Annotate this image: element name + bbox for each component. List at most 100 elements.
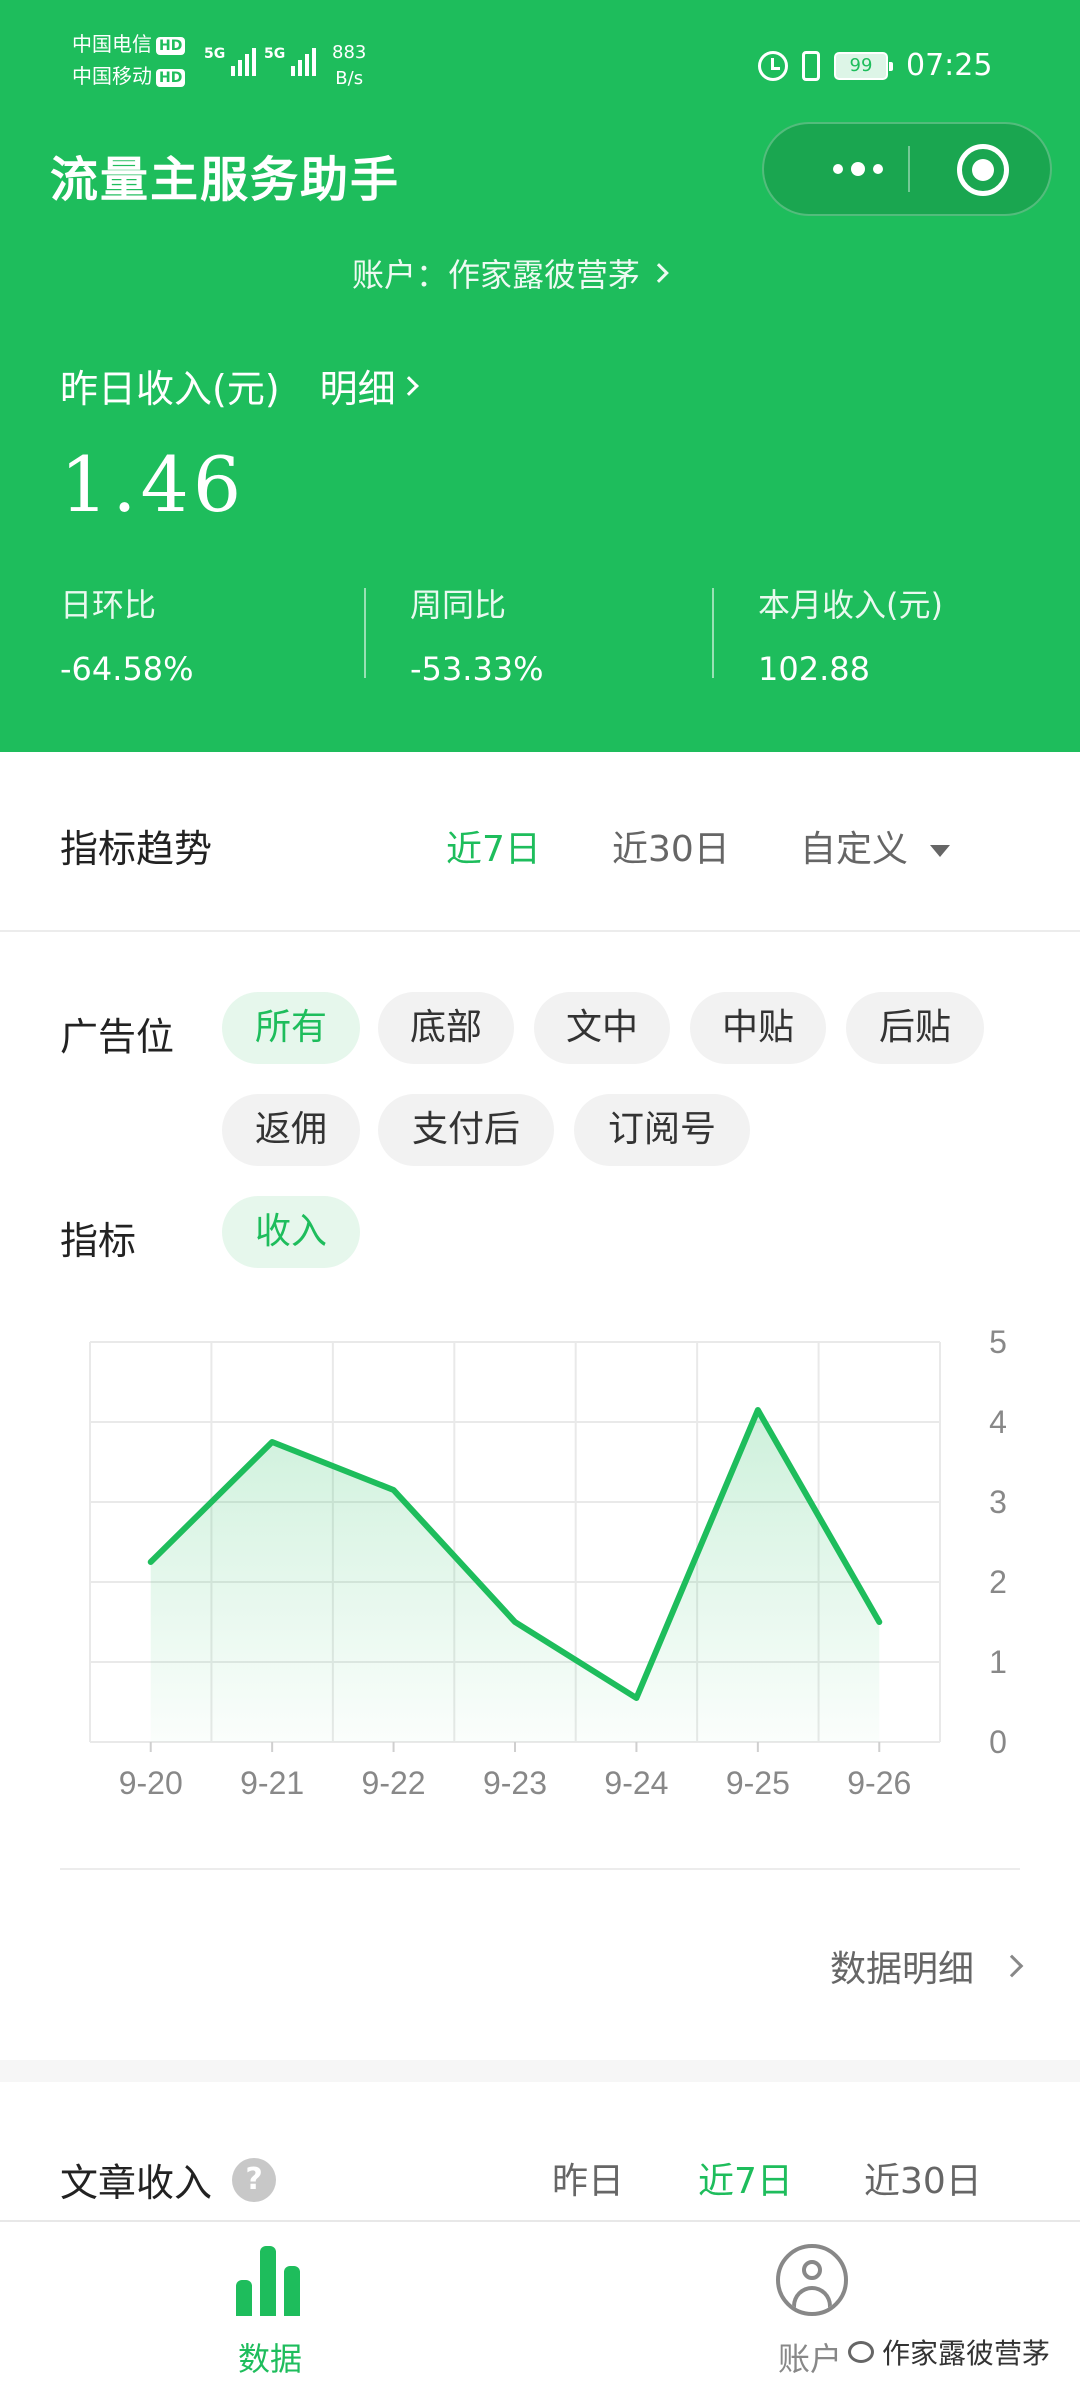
carrier-1: 中国电信 HD [72,28,186,57]
battery-level: 99 [849,54,873,76]
vibrate-icon [802,50,820,81]
status-time: 07:25 [906,48,993,83]
stat-divider [712,588,714,678]
stat-label: 本月收入(元) [758,586,943,624]
nav-label-data: 数据 [237,2340,302,2378]
data-detail-label: 数据明细 [829,1949,974,1990]
status-icons: 99 07:25 [758,48,992,83]
stat-divider [364,588,366,678]
x-tick-label: 9-21 [240,1765,304,1801]
x-tick-label: 9-23 [483,1765,547,1801]
detail-link[interactable]: 明细 [319,358,419,413]
data-detail-link[interactable]: 数据明细 [829,1940,1024,1992]
yesterday-income-value: 1.46 [60,440,246,529]
chevron-right-icon [649,263,669,283]
ad-slot-chip-after-payment[interactable]: 支付后 [378,1094,554,1166]
network-type-2: 5G [264,46,286,62]
article-range-yesterday-tab[interactable]: 昨日 [552,2152,624,2204]
app-title: 流量主服务助手 [50,152,401,208]
miniprogram-capsule [762,122,1052,216]
range-7d-tab[interactable]: 近7日 [446,820,541,872]
ad-slot-chip-subscription[interactable]: 订阅号 [574,1094,750,1166]
help-icon[interactable]: ? [232,2157,277,2202]
capsule-divider [908,146,910,192]
chevron-right-icon [398,375,419,396]
detail-link-label: 明细 [319,367,396,411]
battery-icon: 99 [834,51,893,80]
metric-chip-income[interactable]: 收入 [222,1196,360,1268]
ad-slot-chip-in-article[interactable]: 文中 [534,992,670,1064]
ad-slot-label: 广告位 [60,1015,175,1059]
range-30d-tab[interactable]: 近30日 [612,820,730,872]
trend-header: 指标趋势 近7日 近30日 自定义 [0,752,1080,932]
stat-label: 日环比 [60,586,157,624]
yesterday-income-label: 昨日收入(元) [60,367,280,411]
account-label: 账户：作家露彼营茅 [352,256,641,294]
stat-day-over-day: 日环比 -64.58% [60,580,194,688]
stat-value: -64.58% [60,650,194,688]
trend-title: 指标趋势 [60,827,213,871]
hd-badge: HD [156,68,186,87]
article-range-7d-tab[interactable]: 近7日 [698,2152,793,2204]
ad-slot-chip-rebate[interactable]: 返佣 [222,1094,360,1166]
bottom-nav: 数据 账户 作家露彼营茅 [0,2220,1080,2388]
chart-y-labels: 0 1 2 3 4 5 [989,1324,1007,1760]
chart-x-labels: 9-20 9-21 9-22 9-23 9-24 9-25 9-26 [119,1742,911,1801]
nav-item-data[interactable]: 数据 [0,2222,540,2388]
ad-slot-chip-mid-roll[interactable]: 中贴 [690,992,826,1064]
stat-week-over-week: 周同比 -53.33% [410,580,544,688]
network-type: 5G [204,46,226,62]
stats-row: 日环比 -64.58% 周同比 -53.33% 本月收入(元) 102.88 [0,580,1080,690]
range-custom-dropdown[interactable]: 自定义 [800,820,951,872]
user-icon [776,2244,848,2316]
watermark-text: 作家露彼营茅 [881,2337,1050,2370]
article-range-30d-tab[interactable]: 近30日 [864,2152,982,2204]
y-tick-label: 4 [989,1404,1007,1440]
y-tick-label: 1 [989,1644,1007,1680]
stat-value: -53.33% [410,650,544,688]
metric-label: 指标 [60,1219,137,1263]
y-tick-label: 2 [989,1564,1007,1600]
speed-value: 883 [332,42,367,63]
range-custom-label: 自定义 [800,829,909,870]
chart-area-fill [150,1410,880,1742]
signal-icon-2: 5G [264,46,317,76]
alarm-icon [758,50,788,81]
status-bar: 中国电信 HD 中国移动 HD 5G 5G 883 B/s 99 07:25 [0,0,1080,130]
summary-header: 中国电信 HD 中国移动 HD 5G 5G 883 B/s 99 07:25 流量主… [0,0,1080,752]
carrier-2: 中国移动 HD [72,60,186,89]
stat-month-income: 本月收入(元) 102.88 [758,580,943,688]
stat-value: 102.88 [758,650,870,688]
x-tick-label: 9-26 [847,1765,911,1801]
x-tick-label: 9-24 [604,1765,668,1801]
y-tick-label: 5 [989,1324,1007,1360]
carrier-1-name: 中国电信 [72,32,152,56]
x-tick-label: 9-25 [726,1765,790,1801]
watermark: 作家露彼营茅 [847,2332,1050,2372]
stat-label: 周同比 [410,586,507,624]
y-tick-label: 3 [989,1484,1007,1520]
article-income-label: 文章收入 [60,2161,213,2205]
account-selector[interactable]: 账户：作家露彼营茅 [352,250,669,296]
section-divider [60,1868,1020,1870]
hd-badge: HD [156,36,186,55]
income-trend-chart: 9-20 9-21 9-22 9-23 9-24 9-25 9-26 0 1 2 3 4 5 [89,1324,1007,1801]
section-gap [0,2060,1080,2082]
carrier-2-name: 中国移动 [72,64,152,88]
x-tick-label: 9-22 [362,1765,426,1801]
ad-slot-chip-all[interactable]: 所有 [222,992,360,1064]
ad-slot-chip-bottom[interactable]: 底部 [378,992,514,1064]
speed-unit: B/s [335,68,364,89]
chevron-right-icon [1000,1954,1024,1978]
network-speed: 883 B/s [332,40,366,92]
x-tick-label: 9-20 [119,1765,183,1801]
caret-down-icon [930,845,951,857]
signal-icon: 5G [204,46,257,76]
wechat-icon [847,2341,874,2363]
ad-slot-chip-post-roll[interactable]: 后贴 [846,992,984,1064]
more-icon[interactable] [808,124,908,214]
yesterday-income-row: 昨日收入(元) 明细 [60,358,419,413]
article-income-title: 文章收入 ? [60,2152,277,2207]
close-target-icon[interactable] [957,144,1009,196]
y-tick-label: 0 [989,1724,1007,1760]
